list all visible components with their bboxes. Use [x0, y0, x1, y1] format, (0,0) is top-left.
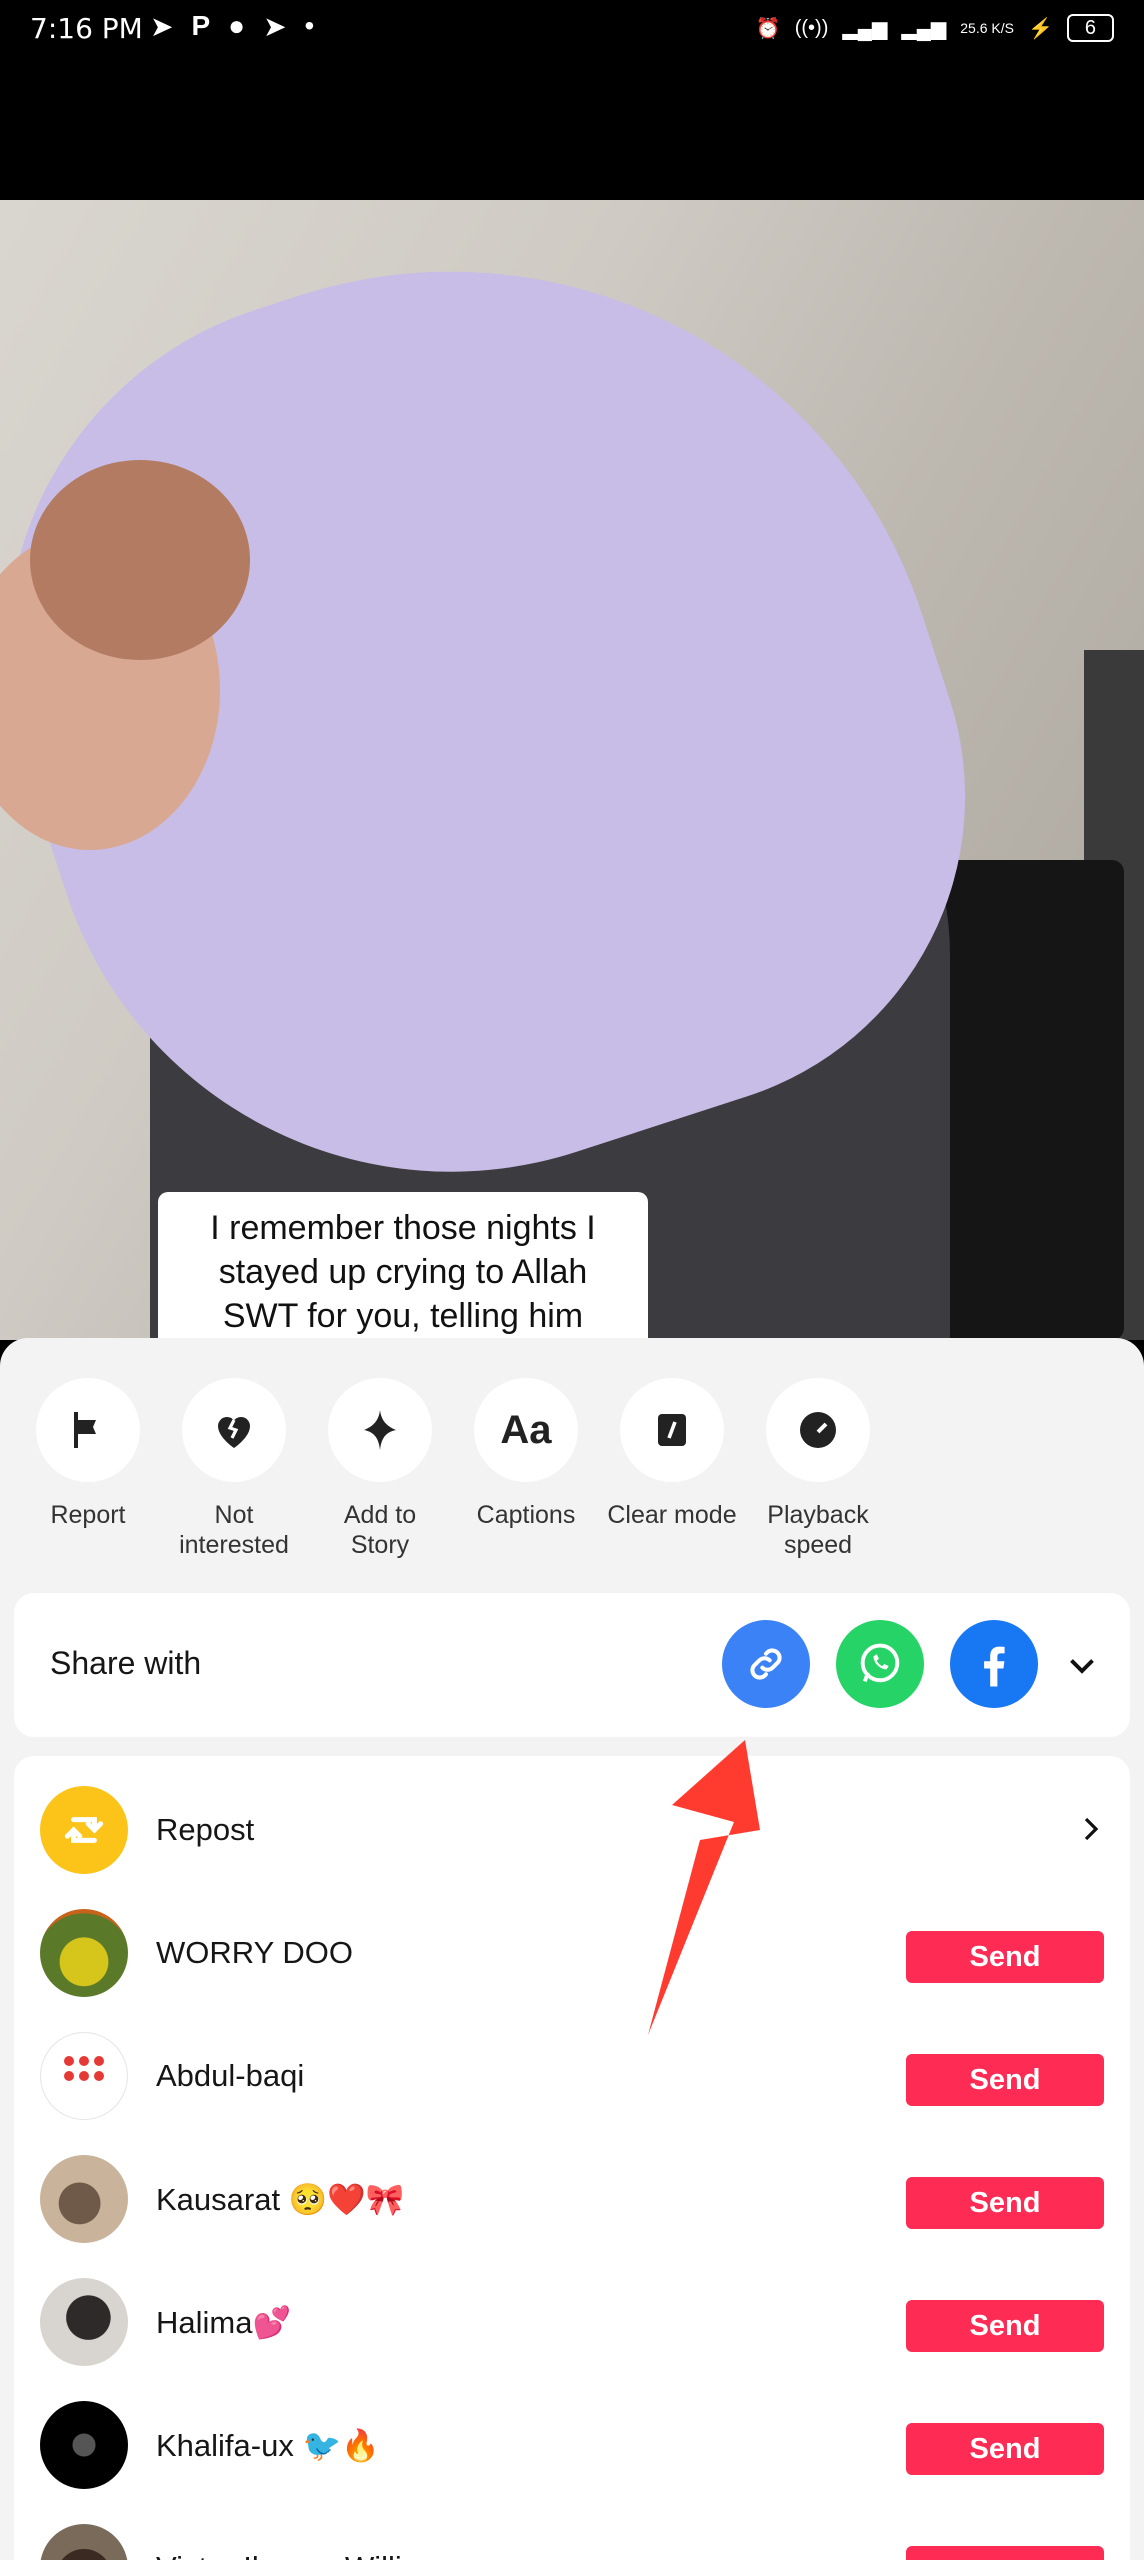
alarm-icon: ⏰	[755, 17, 781, 40]
captions-icon[interactable]: Aa	[474, 1378, 578, 1482]
clear-mode-action[interactable]: Clear mode	[599, 1378, 745, 1560]
send-button[interactable]: Send	[906, 1931, 1104, 1983]
contact-list: Repost WORRY DOO Send Abdul-baqi Send Ka…	[14, 1756, 1130, 2560]
repost-row[interactable]: Repost	[14, 1778, 1130, 1878]
caption-line: stayed up crying to Allah	[218, 1253, 588, 1291]
dot-icon: •	[304, 10, 315, 41]
battery-indicator: 6	[1066, 14, 1114, 42]
contact-name: Abdul-baqi	[156, 2058, 305, 2093]
video-player[interactable]: I remember those nights I stayed up cryi…	[0, 200, 1144, 1340]
repost-icon	[40, 1786, 128, 1874]
flag-icon[interactable]	[36, 1378, 140, 1482]
video-caption: I remember those nights I stayed up cryi…	[158, 1192, 648, 1340]
action-row: Report Not interested Add to Story Aa Ca…	[0, 1378, 1144, 1560]
send-button[interactable]: Send	[906, 2546, 1104, 2560]
contact-row[interactable]: Abdul-baqi Send	[14, 2024, 1130, 2124]
caption-line: SWT for you, telling him	[222, 1297, 584, 1335]
clear-mode-label: Clear mode	[607, 1501, 737, 1529]
net-speed: 25.6 K/S	[960, 20, 1014, 36]
speed-icon[interactable]	[766, 1378, 870, 1482]
contact-name: Kausarat 🥺❤️🎀	[156, 2182, 405, 2217]
avatar	[40, 2401, 128, 2489]
share-sheet: Report Not interested Add to Story Aa Ca…	[0, 1338, 1144, 2560]
captions-glyph: Aa	[500, 1407, 552, 1452]
chat-icon: ●	[228, 10, 246, 41]
signal-icon: ▂▄▆	[842, 17, 888, 40]
status-time: 7:16 PM	[30, 12, 143, 45]
contact-name: Victor Ikenna Willi...	[156, 2550, 428, 2560]
add-to-story-action[interactable]: Add to Story	[307, 1378, 453, 1560]
contact-name: Khalifa-ux 🐦🔥	[156, 2428, 380, 2463]
send-button[interactable]: Send	[906, 2177, 1104, 2229]
chevron-down-icon[interactable]	[1064, 1647, 1100, 1683]
share-with-bar: Share with	[14, 1593, 1130, 1737]
report-action[interactable]: Report	[15, 1378, 161, 1560]
copy-link-icon[interactable]	[722, 1620, 810, 1708]
avatar	[40, 2278, 128, 2366]
contact-row[interactable]: Kausarat 🥺❤️🎀 Send	[14, 2147, 1130, 2247]
add-to-story-label: Add to Story	[343, 1501, 417, 1559]
p-icon: P	[191, 10, 211, 41]
contact-name: Halima💕	[156, 2305, 292, 2340]
captions-action[interactable]: Aa Captions	[453, 1378, 599, 1560]
notification-icons: ➤ P ● ➤ •	[150, 10, 314, 43]
charging-icon: ⚡	[1027, 17, 1053, 40]
avatar	[40, 2032, 128, 2120]
report-label: Report	[50, 1501, 126, 1529]
contact-name: WORRY DOO	[156, 1935, 353, 1970]
contact-row[interactable]: Halima💕 Send	[14, 2270, 1130, 2370]
avatar	[40, 1909, 128, 1997]
send-button[interactable]: Send	[906, 2300, 1104, 2352]
video-figure-face	[30, 460, 250, 660]
sparkle-icon[interactable]	[328, 1378, 432, 1482]
status-indicators: ⏰ ((•)) ▂▄▆ ▂▄▆ 25.6 K/S ⚡ 6	[756, 14, 1114, 42]
send-button[interactable]: Send	[906, 2054, 1104, 2106]
signal-icon: ▂▄▆	[901, 17, 947, 40]
repost-label: Repost	[156, 1812, 255, 1847]
telegram-icon: ➤	[150, 11, 174, 42]
share-with-title: Share with	[50, 1645, 202, 1681]
avatar	[40, 2524, 128, 2560]
hotspot-icon: ((•))	[794, 16, 829, 39]
broken-heart-icon[interactable]	[182, 1378, 286, 1482]
whatsapp-icon[interactable]	[836, 1620, 924, 1708]
playback-speed-label: Playback speed	[767, 1501, 869, 1559]
status-bar: 7:16 PM ➤ P ● ➤ • ⏰ ((•)) ▂▄▆ ▂▄▆ 25.6 K…	[0, 0, 1144, 200]
caption-line: I remember those nights I	[210, 1209, 596, 1247]
contact-row[interactable]: Khalifa-ux 🐦🔥 Send	[14, 2393, 1130, 2493]
avatar	[40, 2155, 128, 2243]
captions-label: Captions	[476, 1501, 576, 1529]
contact-row[interactable]: WORRY DOO Send	[14, 1901, 1130, 2001]
send-button[interactable]: Send	[906, 2423, 1104, 2475]
clear-mode-icon[interactable]	[620, 1378, 724, 1482]
facebook-icon[interactable]	[950, 1620, 1038, 1708]
contact-row[interactable]: Victor Ikenna Willi... Send	[14, 2516, 1130, 2560]
not-interested-label: Not interested	[179, 1501, 289, 1559]
chevron-right-icon	[1084, 1817, 1099, 1841]
not-interested-action[interactable]: Not interested	[161, 1378, 307, 1560]
playback-speed-action[interactable]: Playback speed	[745, 1378, 891, 1560]
telegram-icon: ➤	[263, 11, 287, 42]
